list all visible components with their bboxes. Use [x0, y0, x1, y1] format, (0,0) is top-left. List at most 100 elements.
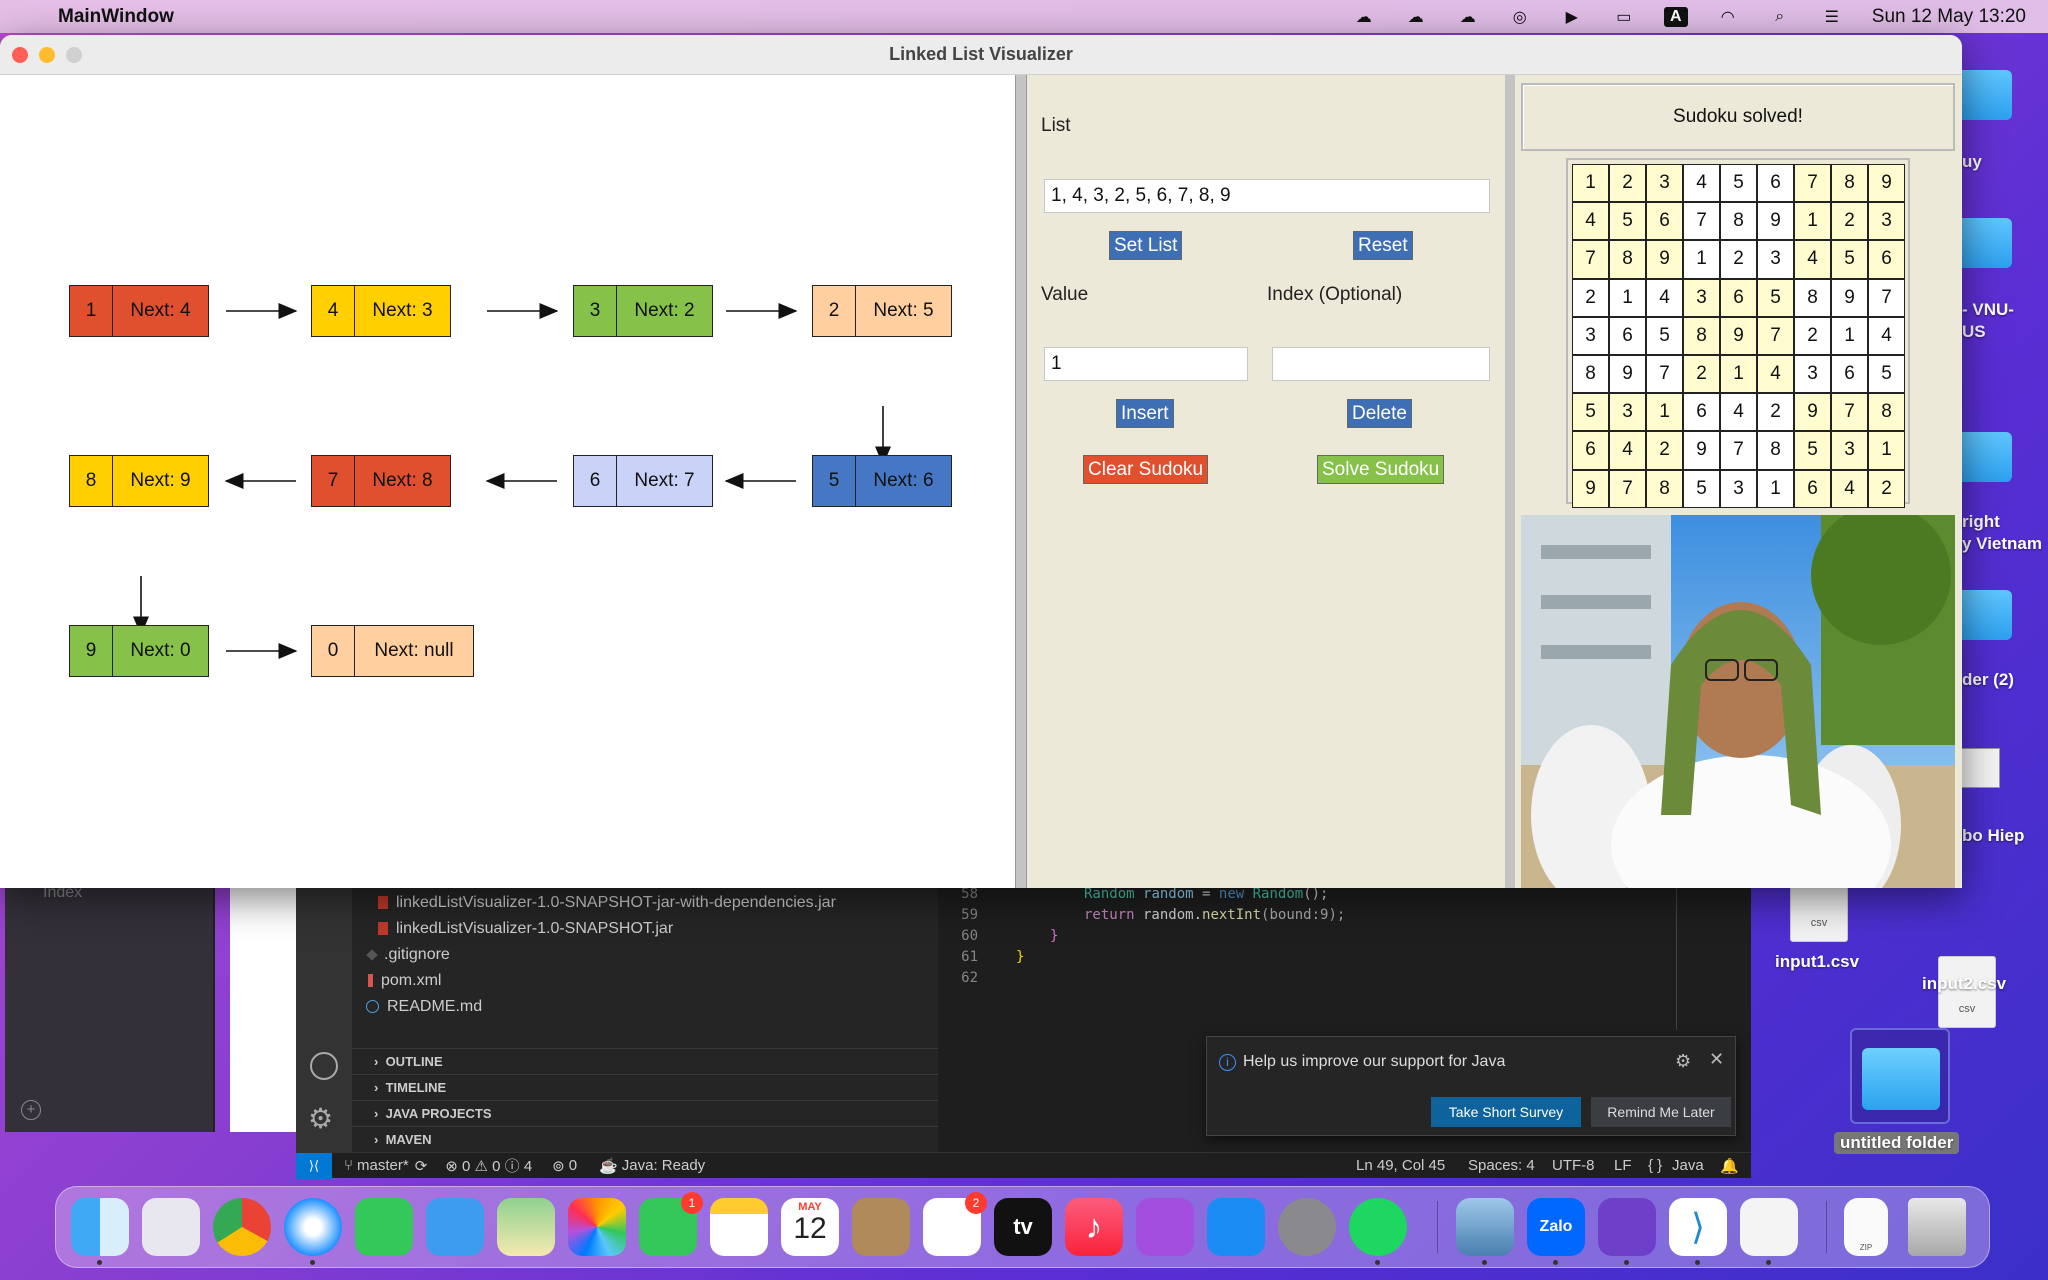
- remind-later-button[interactable]: Remind Me Later: [1591, 1097, 1731, 1127]
- outline-section[interactable]: › OUTLINE: [374, 1054, 443, 1069]
- sudoku-cell[interactable]: 7: [1794, 164, 1831, 203]
- sudoku-cell[interactable]: 9: [1720, 316, 1757, 355]
- sudoku-cell[interactable]: 3: [1683, 278, 1720, 317]
- sudoku-cell[interactable]: 1: [1757, 469, 1794, 508]
- calendar-icon[interactable]: MAY 12: [781, 1198, 839, 1256]
- sudoku-cell[interactable]: 5: [1646, 316, 1683, 355]
- maven-section[interactable]: › MAVEN: [374, 1132, 432, 1147]
- sudoku-cell[interactable]: 6: [1720, 278, 1757, 317]
- sudoku-cell[interactable]: 1: [1831, 316, 1868, 355]
- chrome-icon[interactable]: [213, 1198, 271, 1256]
- sudoku-cell[interactable]: 4: [1757, 354, 1794, 394]
- sudoku-cell[interactable]: 1: [1646, 393, 1683, 432]
- finder-icon[interactable]: [71, 1198, 129, 1265]
- ports-count[interactable]: 0: [569, 1157, 577, 1174]
- sudoku-cell[interactable]: 9: [1609, 354, 1646, 394]
- apple-tv-icon[interactable]: tv: [994, 1198, 1052, 1256]
- set-list-button[interactable]: Set List: [1109, 231, 1183, 260]
- contacts-icon[interactable]: [852, 1198, 910, 1256]
- sudoku-cell[interactable]: 2: [1720, 240, 1757, 279]
- sudoku-cell[interactable]: 4: [1609, 431, 1646, 470]
- sudoku-cell[interactable]: 4: [1831, 469, 1868, 508]
- launchpad-icon[interactable]: [142, 1198, 200, 1256]
- play-icon[interactable]: ▶: [1560, 7, 1584, 27]
- java-status[interactable]: Java: Ready: [622, 1157, 705, 1174]
- solve-sudoku-button[interactable]: Solve Sudoku: [1317, 455, 1445, 484]
- sudoku-cell[interactable]: 8: [1646, 469, 1683, 508]
- file-item[interactable]: .gitignore: [366, 946, 450, 964]
- sudoku-cell[interactable]: 3: [1794, 354, 1831, 394]
- airdrop-icon[interactable]: ◎: [1508, 7, 1532, 27]
- sudoku-cell[interactable]: 4: [1794, 240, 1831, 279]
- sudoku-cell[interactable]: 8: [1609, 240, 1646, 279]
- sudoku-cell[interactable]: 1: [1572, 164, 1609, 203]
- sudoku-cell[interactable]: 8: [1720, 202, 1757, 241]
- preview-icon[interactable]: [1456, 1198, 1514, 1265]
- sudoku-cell[interactable]: 7: [1720, 431, 1757, 470]
- sudoku-cell[interactable]: 3: [1831, 431, 1868, 470]
- value-input[interactable]: [1044, 347, 1248, 381]
- reset-button[interactable]: Reset: [1353, 231, 1413, 260]
- sudoku-cell[interactable]: 2: [1646, 431, 1683, 470]
- sudoku-cell[interactable]: 6: [1646, 202, 1683, 241]
- sudoku-cell[interactable]: 5: [1757, 278, 1794, 317]
- split-pane-divider[interactable]: [1505, 75, 1515, 888]
- sudoku-cell[interactable]: 5: [1831, 240, 1868, 279]
- sudoku-cell[interactable]: 1: [1720, 354, 1757, 394]
- maps-icon[interactable]: [497, 1198, 555, 1256]
- language-mode[interactable]: Java: [1672, 1157, 1704, 1174]
- sync-icon[interactable]: ⟳: [415, 1157, 428, 1175]
- index-input[interactable]: [1272, 347, 1490, 381]
- app-store-icon[interactable]: [1207, 1198, 1265, 1256]
- reminders-icon[interactable]: 2: [923, 1192, 987, 1256]
- system-settings-icon[interactable]: [1278, 1198, 1336, 1256]
- file-item[interactable]: README.md: [366, 998, 482, 1016]
- sudoku-cell[interactable]: 3: [1868, 202, 1905, 241]
- sudoku-cell[interactable]: 6: [1572, 431, 1609, 470]
- spotify-icon[interactable]: [1349, 1198, 1407, 1265]
- insert-button[interactable]: Insert: [1116, 399, 1174, 428]
- sudoku-cell[interactable]: 6: [1609, 316, 1646, 355]
- encoding[interactable]: UTF-8: [1552, 1157, 1595, 1174]
- notification-settings-gear-icon[interactable]: ⚙: [1675, 1051, 1691, 1072]
- notifications-bell-icon[interactable]: 🔔: [1720, 1157, 1739, 1175]
- music-icon[interactable]: ♪: [1065, 1198, 1123, 1256]
- sudoku-cell[interactable]: 5: [1683, 469, 1720, 508]
- sudoku-cell[interactable]: 7: [1868, 278, 1905, 317]
- photos-icon[interactable]: [568, 1198, 626, 1256]
- add-icon[interactable]: +: [21, 1100, 41, 1120]
- java-projects-section[interactable]: › JAVA PROJECTS: [374, 1106, 492, 1121]
- sudoku-cell[interactable]: 2: [1831, 202, 1868, 241]
- wifi-icon[interactable]: ◠: [1716, 7, 1740, 27]
- sudoku-cell[interactable]: 3: [1720, 469, 1757, 508]
- sudoku-cell[interactable]: 2: [1572, 278, 1609, 317]
- battery-icon[interactable]: ▭: [1612, 7, 1636, 27]
- cloud-icon[interactable]: ☁: [1404, 7, 1428, 27]
- mail-icon[interactable]: [426, 1198, 484, 1256]
- sudoku-cell[interactable]: 4: [1646, 278, 1683, 317]
- zalo-icon[interactable]: Zalo: [1527, 1198, 1585, 1265]
- safari-icon[interactable]: [284, 1198, 342, 1265]
- menubar-clock[interactable]: Sun 12 May 13:20: [1872, 6, 2026, 28]
- sudoku-cell[interactable]: 5: [1794, 431, 1831, 470]
- line-ending[interactable]: LF: [1614, 1157, 1632, 1174]
- sudoku-cell[interactable]: 4: [1683, 164, 1720, 203]
- list-input[interactable]: [1044, 179, 1490, 213]
- sudoku-cell[interactable]: 7: [1757, 316, 1794, 355]
- git-branch[interactable]: master*: [357, 1157, 409, 1174]
- java-icon[interactable]: [1740, 1198, 1798, 1265]
- sudoku-cell[interactable]: 3: [1646, 164, 1683, 203]
- account-icon[interactable]: [310, 1052, 338, 1080]
- sudoku-cell[interactable]: 2: [1794, 316, 1831, 355]
- sudoku-cell[interactable]: 5: [1609, 202, 1646, 241]
- sudoku-cell[interactable]: 9: [1794, 393, 1831, 432]
- sudoku-cell[interactable]: 2: [1609, 164, 1646, 203]
- sudoku-cell[interactable]: 4: [1720, 393, 1757, 432]
- sudoku-cell[interactable]: 3: [1572, 316, 1609, 355]
- editor-scrollbar[interactable]: [1676, 880, 1677, 1030]
- sudoku-cell[interactable]: 2: [1757, 393, 1794, 432]
- file-item[interactable]: linkedListVisualizer-1.0-SNAPSHOT.jar: [378, 920, 673, 938]
- sudoku-cell[interactable]: 5: [1720, 164, 1757, 203]
- split-pane-divider[interactable]: [1015, 75, 1027, 888]
- messages-icon[interactable]: [355, 1198, 413, 1256]
